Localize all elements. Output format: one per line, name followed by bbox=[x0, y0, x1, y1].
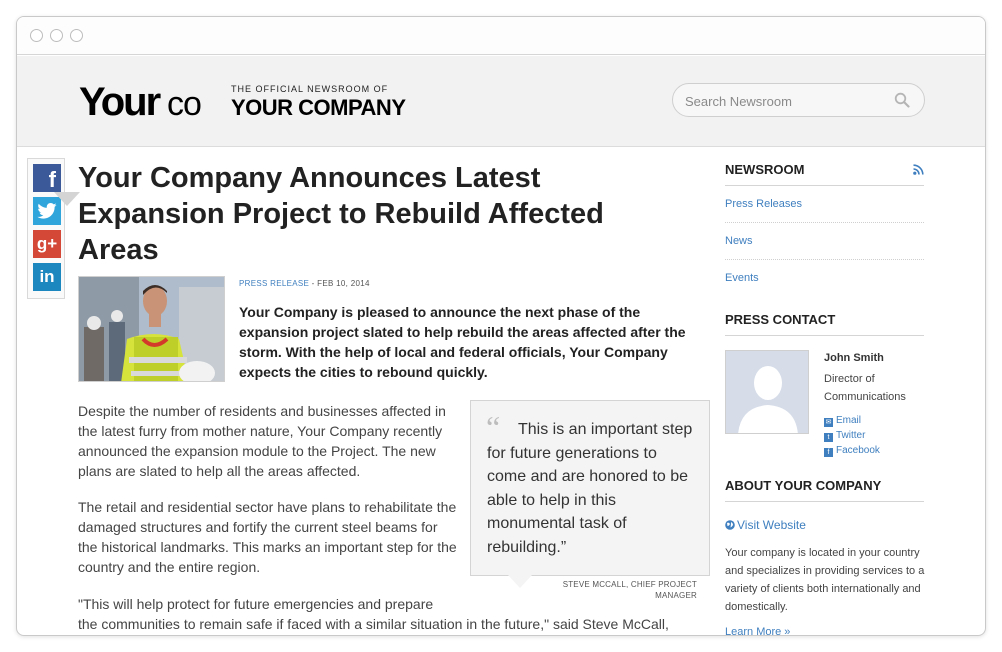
sidebar-link-news[interactable]: News bbox=[725, 235, 753, 247]
logo-your: Your bbox=[79, 80, 161, 124]
window-close-button[interactable] bbox=[30, 29, 43, 42]
article-paragraph: Despite the number of residents and busi… bbox=[78, 403, 446, 479]
search-input[interactable] bbox=[685, 91, 885, 111]
quote-attribution: STEVE MCCALL, CHIEF PROJECT MANAGER bbox=[537, 579, 697, 601]
contact-twitter-label: Twitter bbox=[836, 430, 866, 441]
pull-quote: “ This is an important step for future g… bbox=[470, 400, 710, 576]
sidebar-link-press-releases[interactable]: Press Releases bbox=[725, 198, 802, 210]
site-header: Your co THE OFFICIAL NEWSROOM OF YOUR CO… bbox=[17, 56, 985, 147]
article-date: - FEB 10, 2014 bbox=[309, 279, 370, 288]
facebook-icon[interactable]: f bbox=[33, 164, 61, 192]
quote-tail-inner bbox=[508, 575, 532, 588]
search-icon[interactable] bbox=[894, 92, 910, 108]
pull-quote-text: This is an important step for future gen… bbox=[487, 421, 693, 556]
social-share-bar: f g+ in bbox=[27, 158, 65, 299]
learn-more-link[interactable]: Learn More » bbox=[725, 626, 790, 635]
article-category-link[interactable]: PRESS RELEASE bbox=[239, 279, 309, 288]
logo-co: co bbox=[167, 85, 202, 123]
tagline-company: YOUR COMPANY bbox=[231, 95, 406, 120]
article-paragraph: The retail and residential sector have p… bbox=[78, 499, 457, 575]
newsroom-heading-text: NEWSROOM bbox=[725, 162, 805, 177]
contact-facebook-label: Facebook bbox=[836, 445, 880, 456]
globe-icon bbox=[725, 520, 735, 530]
sidebar-link-events[interactable]: Events bbox=[725, 272, 759, 284]
article-paragraph: the communities to remain safe if faced … bbox=[78, 616, 669, 632]
article-lead: Your Company is pleased to announce the … bbox=[239, 304, 686, 380]
window-titlebar bbox=[17, 17, 985, 55]
article-title: Your Company Announces Latest Expansion … bbox=[78, 162, 604, 266]
contact-email-link[interactable]: ✉ Email bbox=[824, 415, 861, 427]
article-meta: PRESS RELEASE - FEB 10, 2014 bbox=[239, 279, 370, 288]
contact-role: Director of Communications bbox=[824, 373, 906, 403]
sidebar-divider bbox=[725, 259, 924, 260]
rss-icon[interactable] bbox=[913, 164, 924, 175]
search-box bbox=[672, 83, 925, 117]
press-contact-heading: PRESS CONTACT bbox=[725, 312, 924, 336]
facebook-small-icon: f bbox=[824, 448, 833, 457]
browser-window: Your co THE OFFICIAL NEWSROOM OF YOUR CO… bbox=[16, 16, 986, 636]
visit-website-label: Visit Website bbox=[737, 518, 806, 532]
about-heading: ABOUT YOUR COMPANY bbox=[725, 478, 924, 502]
contact-twitter-link[interactable]: t Twitter bbox=[824, 430, 865, 442]
newsroom-heading: NEWSROOM bbox=[725, 162, 924, 186]
tagline-small: THE OFFICIAL NEWSROOM OF bbox=[231, 84, 389, 94]
twitter-small-icon: t bbox=[824, 433, 833, 442]
googleplus-icon[interactable]: g+ bbox=[33, 230, 61, 258]
contact-avatar bbox=[725, 350, 809, 434]
envelope-icon: ✉ bbox=[824, 418, 833, 427]
contact-email-label: Email bbox=[836, 415, 862, 426]
quote-attribution-line: STEVE MCCALL, CHIEF PROJECT bbox=[562, 580, 697, 589]
article-photo bbox=[78, 276, 225, 382]
quote-tail bbox=[54, 192, 80, 206]
window-zoom-button[interactable] bbox=[70, 29, 83, 42]
about-text: Your company is located in your country … bbox=[725, 547, 925, 613]
visit-website-link[interactable]: Visit Website bbox=[725, 518, 806, 532]
sidebar-divider bbox=[725, 222, 924, 223]
quote-attribution-line: MANAGER bbox=[655, 591, 697, 600]
linkedin-icon[interactable]: in bbox=[33, 263, 61, 291]
contact-name: John Smith bbox=[824, 352, 884, 364]
window-minimize-button[interactable] bbox=[50, 29, 63, 42]
contact-facebook-link[interactable]: f Facebook bbox=[824, 445, 880, 457]
